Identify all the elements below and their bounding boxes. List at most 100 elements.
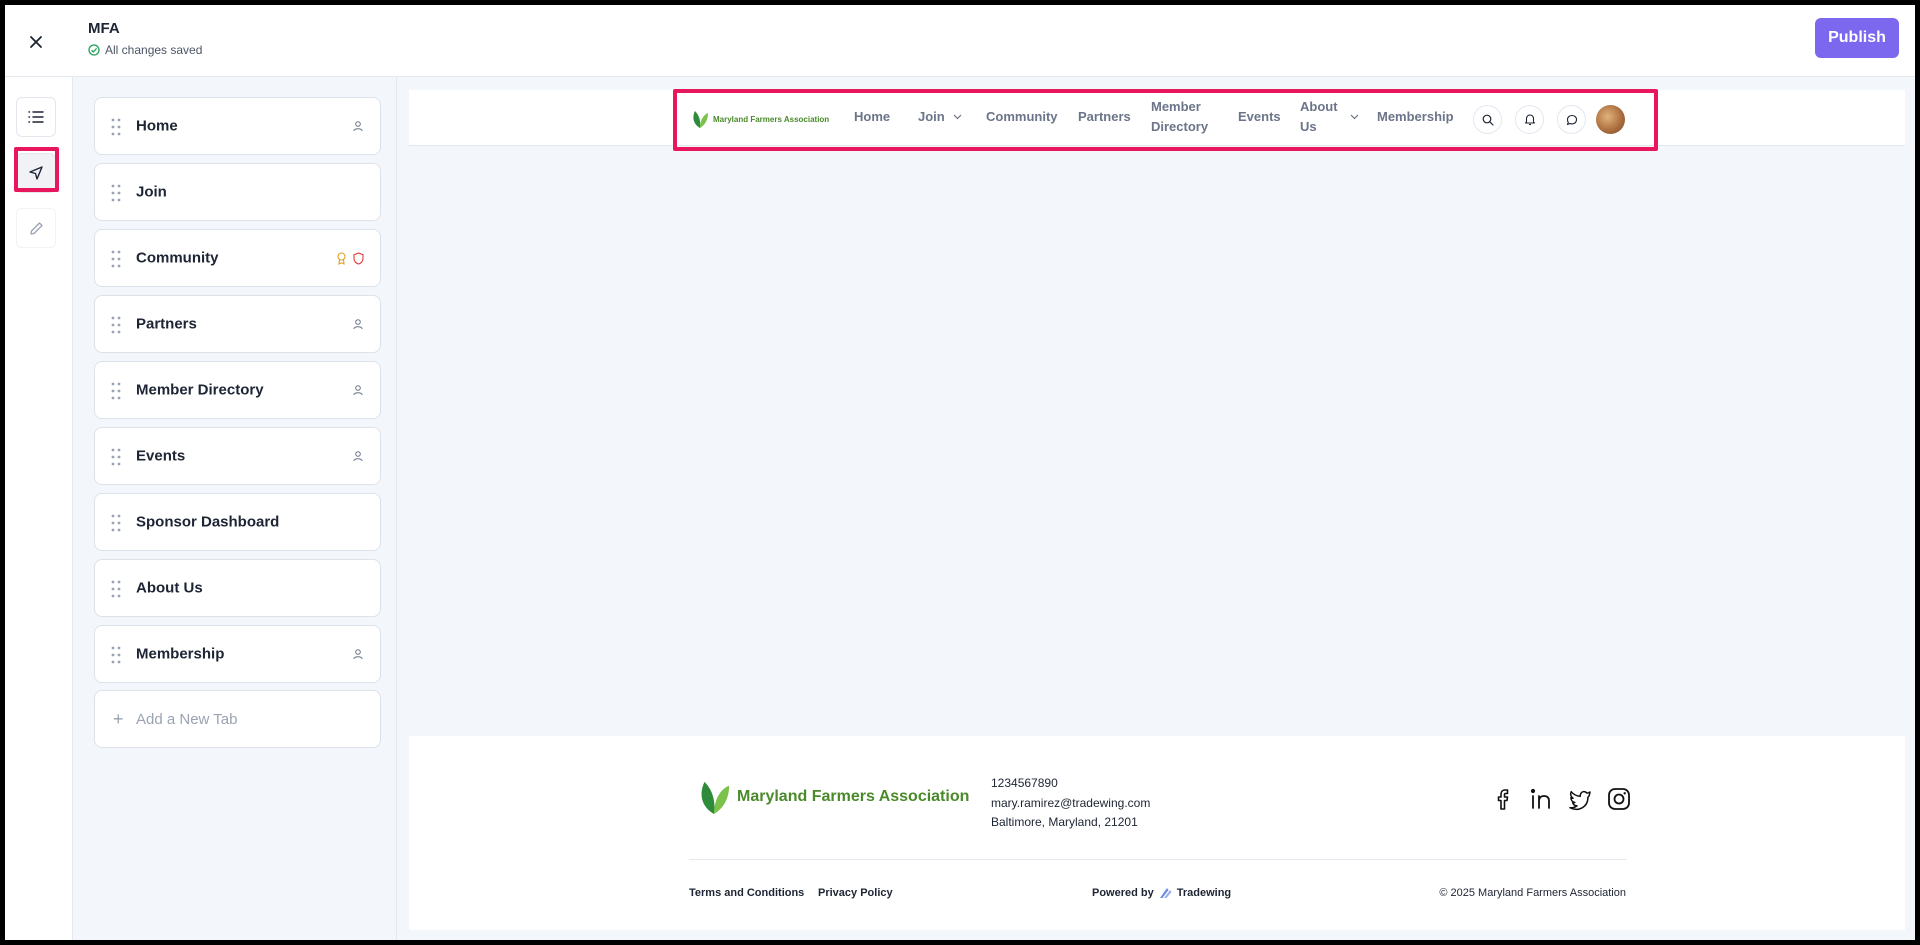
editor-topbar: MFA All changes saved Publish bbox=[5, 5, 1915, 77]
tab-item-membership[interactable]: Membership bbox=[94, 625, 381, 683]
drag-handle-icon[interactable] bbox=[111, 514, 121, 532]
leaf-logo-icon bbox=[701, 781, 730, 814]
drag-handle-icon[interactable] bbox=[111, 250, 121, 268]
chevron-down-icon bbox=[1350, 114, 1358, 120]
publish-button[interactable]: Publish bbox=[1815, 18, 1899, 58]
site-title: MFA bbox=[88, 20, 120, 37]
user-avatar[interactable] bbox=[1596, 105, 1625, 134]
nav-link-membership[interactable]: Membership bbox=[1377, 107, 1454, 127]
facebook-icon[interactable] bbox=[1490, 786, 1516, 812]
drag-handle-icon[interactable] bbox=[111, 580, 121, 598]
tab-item-community[interactable]: Community bbox=[94, 229, 381, 287]
user-icon bbox=[353, 451, 363, 462]
save-status: All changes saved bbox=[88, 43, 202, 57]
powered-by-brand: Tradewing bbox=[1176, 887, 1232, 899]
close-icon bbox=[30, 36, 42, 48]
nav-link-member-directory-line1: Member bbox=[1151, 99, 1201, 114]
tab-item-home[interactable]: Home bbox=[94, 97, 381, 155]
nav-link-events[interactable]: Events bbox=[1238, 107, 1281, 127]
site-header: Maryland Farmers Association Home Join C… bbox=[409, 90, 1905, 146]
tab-label: Home bbox=[136, 117, 178, 135]
powered-by[interactable]: Powered by Tradewing bbox=[1092, 887, 1231, 899]
nav-link-community[interactable]: Community bbox=[986, 107, 1058, 127]
search-button[interactable] bbox=[1473, 105, 1502, 134]
footer-phone: 1234567890 bbox=[991, 776, 1058, 790]
nav-link-member-directory-line2: Directory bbox=[1151, 119, 1209, 134]
drag-handle-icon[interactable] bbox=[111, 184, 121, 202]
drag-handle-icon[interactable] bbox=[111, 382, 121, 400]
site-preview: Maryland Farmers Association Home Join C… bbox=[409, 90, 1905, 930]
add-tab-label: Add a New Tab bbox=[136, 710, 238, 728]
user-icon bbox=[353, 121, 363, 132]
drag-handle-icon[interactable] bbox=[111, 448, 121, 466]
user-icon bbox=[353, 385, 363, 396]
tab-item-member-directory[interactable]: Member Directory bbox=[94, 361, 381, 419]
footer-logo-text: Maryland Farmers Association bbox=[737, 788, 970, 805]
chevron-down-icon bbox=[953, 114, 962, 120]
nav-link-join[interactable]: Join bbox=[918, 107, 962, 127]
footer-email[interactable]: mary.ramirez@tradewing.com bbox=[991, 794, 1150, 814]
bell-icon bbox=[1524, 114, 1535, 126]
footer-contact: 1234567890 mary.ramirez@tradewing.com Ba… bbox=[991, 774, 1150, 833]
nav-link-member-directory[interactable]: Member Directory bbox=[1151, 97, 1208, 137]
tab-item-join[interactable]: Join bbox=[94, 163, 381, 221]
drag-handle-icon[interactable] bbox=[111, 646, 121, 664]
footer-divider bbox=[689, 859, 1626, 860]
tab-label: Membership bbox=[136, 645, 225, 663]
nav-link-home[interactable]: Home bbox=[854, 107, 890, 127]
tab-item-about-us[interactable]: About Us bbox=[94, 559, 381, 617]
plus-icon: + bbox=[113, 708, 124, 729]
instagram-icon[interactable] bbox=[1606, 786, 1632, 812]
messages-button[interactable] bbox=[1557, 105, 1586, 134]
notifications-button[interactable] bbox=[1515, 105, 1544, 134]
tab-label: Join bbox=[136, 183, 167, 201]
navigation-button[interactable] bbox=[16, 153, 56, 193]
nav-link-about-us-line1: About bbox=[1300, 99, 1338, 114]
award-icon bbox=[337, 251, 346, 265]
user-icon bbox=[353, 649, 363, 660]
user-icon bbox=[353, 319, 363, 330]
privacy-link[interactable]: Privacy Policy bbox=[818, 887, 893, 899]
site-logo[interactable]: Maryland Farmers Association bbox=[691, 109, 829, 129]
tab-label: About Us bbox=[136, 579, 203, 597]
twitter-icon[interactable] bbox=[1567, 786, 1593, 812]
chat-bubble-icon bbox=[1566, 114, 1577, 125]
tabs-panel: Home Join Community Partners Member Dire… bbox=[73, 77, 397, 940]
tab-label: Member Directory bbox=[136, 381, 264, 399]
tab-label: Events bbox=[136, 447, 186, 465]
tab-item-sponsor-dashboard[interactable]: Sponsor Dashboard bbox=[94, 493, 381, 551]
pencil-icon bbox=[29, 221, 43, 235]
save-status-text: All changes saved bbox=[105, 43, 203, 57]
nav-link-join-label: Join bbox=[918, 109, 945, 124]
drag-handle-icon[interactable] bbox=[111, 316, 121, 334]
list-icon bbox=[28, 111, 44, 123]
navigation-icon bbox=[29, 166, 43, 180]
tab-label: Sponsor Dashboard bbox=[136, 513, 280, 531]
footer-logo[interactable]: Maryland Farmers Association bbox=[697, 776, 969, 818]
check-circle-icon bbox=[88, 44, 100, 56]
linkedin-icon[interactable] bbox=[1529, 786, 1555, 812]
nav-link-about-us-line2: Us bbox=[1300, 119, 1317, 134]
close-button[interactable] bbox=[23, 29, 49, 55]
nav-link-partners[interactable]: Partners bbox=[1078, 107, 1131, 127]
copyright-text: © 2025 Maryland Farmers Association bbox=[1439, 887, 1626, 899]
tab-item-events[interactable]: Events bbox=[94, 427, 381, 485]
pages-list-button[interactable] bbox=[16, 97, 56, 137]
tab-label: Partners bbox=[136, 315, 197, 333]
tab-label: Community bbox=[136, 249, 219, 267]
add-tab-button[interactable]: + Add a New Tab bbox=[94, 690, 381, 748]
powered-by-label: Powered by bbox=[1092, 887, 1154, 899]
search-icon bbox=[1482, 114, 1494, 126]
tab-item-partners[interactable]: Partners bbox=[94, 295, 381, 353]
drag-handle-icon[interactable] bbox=[111, 118, 121, 136]
editor-rail bbox=[5, 77, 73, 940]
edit-button[interactable] bbox=[16, 208, 56, 248]
nav-link-about-us[interactable]: About Us bbox=[1300, 97, 1359, 137]
terms-link[interactable]: Terms and Conditions bbox=[689, 887, 804, 899]
tradewing-logo-icon bbox=[1159, 888, 1172, 898]
leaf-logo-icon bbox=[693, 111, 708, 128]
site-footer: Maryland Farmers Association 1234567890 … bbox=[409, 736, 1905, 930]
site-logo-text: Maryland Farmers Association bbox=[713, 114, 830, 124]
footer-address: Baltimore, Maryland, 21201 bbox=[991, 815, 1138, 829]
shield-icon bbox=[353, 251, 364, 265]
